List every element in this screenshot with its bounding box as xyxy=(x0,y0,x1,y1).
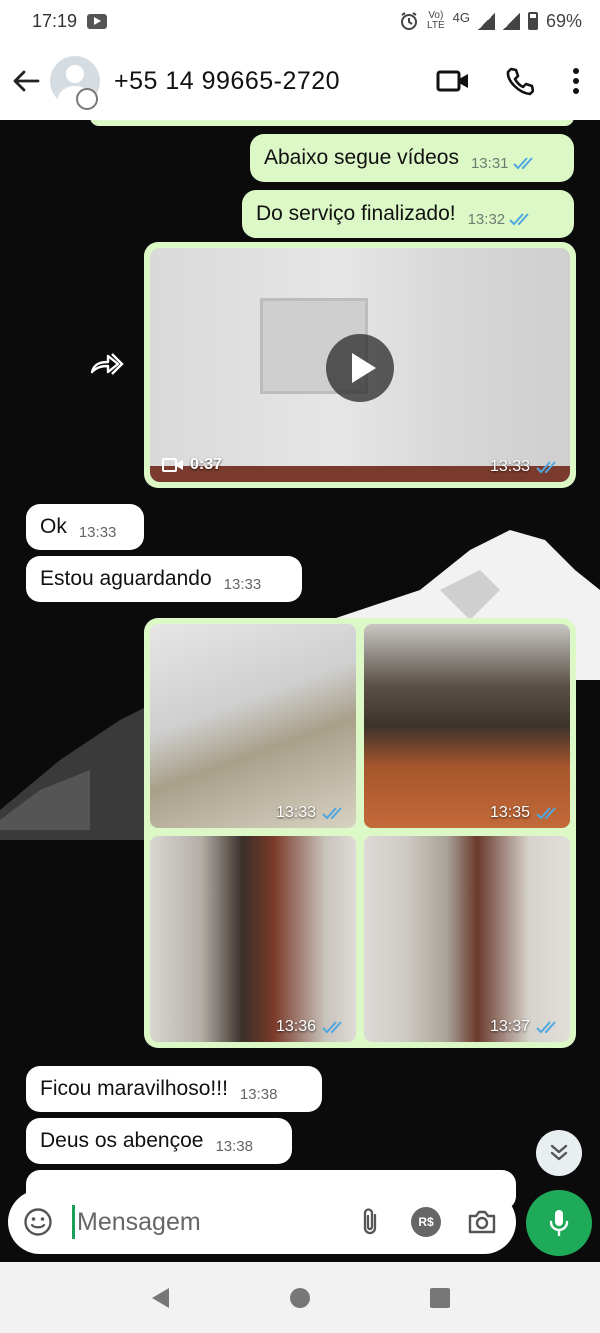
message-composer: Mensagem R$ xyxy=(8,1190,516,1254)
message-bubble-partial[interactable] xyxy=(90,120,574,126)
attach-icon[interactable] xyxy=(342,1194,398,1250)
message-text: Deus os abençoe xyxy=(40,1129,204,1152)
read-ticks-icon xyxy=(536,1021,556,1034)
message-bubble[interactable]: Ficou maravilhoso!!! 13:38 xyxy=(26,1066,322,1112)
status-time: 17:19 xyxy=(32,10,78,31)
read-ticks-icon xyxy=(322,1021,342,1034)
message-time: 13:33 xyxy=(275,804,316,821)
message-bubble[interactable]: Ok 13:33 xyxy=(26,504,144,550)
video-camera-icon xyxy=(162,458,183,472)
text-caret xyxy=(72,1205,75,1239)
photo-album[interactable]: 13:33 13:35 13:36 13:37 xyxy=(144,618,576,1048)
emoji-icon[interactable] xyxy=(10,1194,66,1250)
signal-icon-2 xyxy=(502,12,520,30)
microphone-icon xyxy=(549,1210,569,1237)
voice-call-icon[interactable] xyxy=(486,51,552,111)
android-nav-bar xyxy=(0,1262,600,1333)
read-ticks-icon xyxy=(536,461,556,474)
message-time: 13:33 xyxy=(489,458,530,475)
currency-badge: R$ xyxy=(411,1207,441,1237)
message-time: 13:33 xyxy=(223,575,262,593)
message-text: Ok xyxy=(40,515,67,538)
message-time: 13:35 xyxy=(489,804,530,821)
photo-thumbnail[interactable]: 13:36 xyxy=(150,836,356,1042)
contact-name[interactable]: +55 14 99665-2720 xyxy=(114,67,340,96)
status-icons: Vo) LTE 4G 69% xyxy=(399,9,582,32)
mic-button[interactable] xyxy=(526,1190,592,1256)
read-ticks-icon xyxy=(512,157,533,170)
scroll-down-button[interactable] xyxy=(536,1130,582,1176)
message-text: Ficou maravilhoso!!! xyxy=(40,1077,228,1100)
volte-badge: Vo) LTE xyxy=(427,11,445,31)
signal-icon xyxy=(477,12,495,30)
video-thumbnail[interactable]: 0:37 13:33 xyxy=(150,248,570,482)
battery-icon xyxy=(527,12,538,30)
message-time: 13:38 xyxy=(239,1085,278,1103)
video-call-icon[interactable] xyxy=(420,51,486,111)
message-text: Estou aguardando xyxy=(40,567,212,590)
read-ticks-icon xyxy=(322,807,342,820)
message-text: Abaixo segue vídeos xyxy=(264,146,459,169)
chevrons-down-icon xyxy=(550,1144,568,1161)
chat-area[interactable]: Abaixo segue vídeos 13:31 Do serviço fin… xyxy=(0,120,600,1262)
nav-recents-icon[interactable] xyxy=(420,1278,460,1318)
nav-back-icon[interactable] xyxy=(140,1278,180,1318)
photo-thumbnail[interactable]: 13:35 xyxy=(364,624,570,828)
message-time: 13:37 xyxy=(489,1018,530,1035)
read-ticks-icon xyxy=(509,213,529,226)
youtube-notification-icon xyxy=(87,13,108,29)
message-time: 13:32 xyxy=(467,210,506,228)
status-bar: 17:19 Vo) LTE 4G 69% xyxy=(0,0,600,42)
message-bubble[interactable]: Deus os abençoe 13:38 xyxy=(26,1118,292,1164)
nav-home-icon[interactable] xyxy=(280,1278,320,1318)
message-input[interactable]: Mensagem xyxy=(77,1208,201,1237)
camera-icon[interactable] xyxy=(454,1194,510,1250)
message-bubble[interactable]: Abaixo segue vídeos 13:31 xyxy=(250,134,574,182)
photo-thumbnail[interactable]: 13:33 xyxy=(150,624,356,828)
message-time: 13:31 xyxy=(470,154,509,172)
message-bubble[interactable]: Do serviço finalizado! 13:32 xyxy=(242,190,574,238)
play-icon[interactable] xyxy=(326,334,394,402)
message-time: 13:38 xyxy=(215,1137,253,1155)
chat-header: +55 14 99665-2720 xyxy=(0,42,600,120)
video-duration: 0:37 xyxy=(190,456,223,473)
message-text: Do serviço finalizado! xyxy=(256,202,456,225)
status-timer-icon xyxy=(76,88,98,110)
photo-thumbnail[interactable]: 13:37 xyxy=(364,836,570,1042)
network-type: 4G xyxy=(452,9,470,25)
forward-icon[interactable] xyxy=(88,348,128,378)
payment-button[interactable]: R$ xyxy=(398,1194,454,1250)
volte-bottom: LTE xyxy=(427,20,445,31)
more-icon[interactable] xyxy=(552,51,600,111)
message-time: 13:33 xyxy=(78,523,117,541)
back-arrow-icon[interactable] xyxy=(2,57,50,105)
read-ticks-icon xyxy=(536,807,556,820)
battery-percent: 69% xyxy=(545,10,582,31)
video-message[interactable]: 0:37 13:33 xyxy=(144,242,576,488)
alarm-icon xyxy=(401,12,418,30)
message-time: 13:36 xyxy=(275,1018,316,1035)
message-bubble[interactable]: Estou aguardando 13:33 xyxy=(26,556,302,602)
